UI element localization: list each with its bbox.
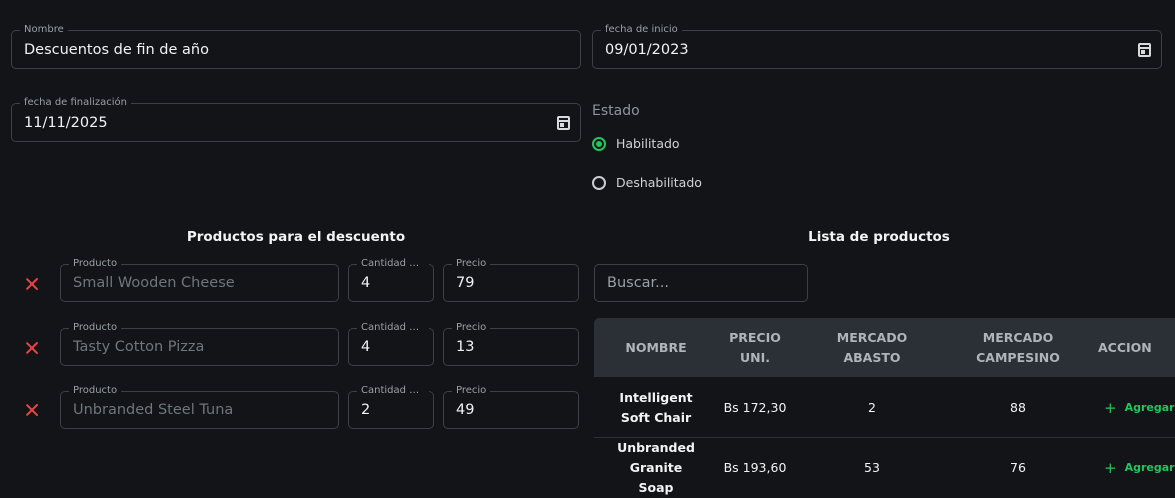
plus-icon: +: [1104, 398, 1117, 417]
search-placeholder: Buscar...: [607, 275, 670, 291]
price-value: 49: [456, 402, 475, 418]
qty-value: 4: [361, 339, 371, 355]
cell-nombre: Intelligent Soft Chair: [619, 389, 693, 425]
add-label: Agregar: [1124, 400, 1175, 414]
cell-precio: Bs 193,60: [723, 459, 787, 475]
search-input[interactable]: Buscar...: [594, 264, 808, 302]
product-value: Unbranded Steel Tuna: [73, 402, 234, 418]
fecha-inicio-value: 09/01/2023: [605, 41, 689, 58]
table-row: Intelligent Soft Chair Bs 172,30 2 88 + …: [594, 378, 1175, 438]
qty-value: 4: [361, 275, 371, 291]
calendar-icon[interactable]: [1138, 42, 1151, 57]
cell-campesino: 76: [1010, 459, 1026, 475]
price-field[interactable]: Precio 79: [443, 258, 579, 302]
radio-habilitado-label: Habilitado: [616, 136, 680, 151]
col-campesino: MERCADO CAMPESINO: [976, 329, 1060, 365]
cell-abasto: 53: [864, 459, 880, 475]
add-button[interactable]: + Agregar: [1104, 378, 1175, 437]
qty-field[interactable]: Cantidad m... 4: [348, 322, 434, 366]
remove-icon[interactable]: [25, 403, 39, 417]
product-value: Small Wooden Cheese: [73, 275, 235, 291]
col-precio: PRECIO UNI.: [729, 329, 781, 365]
nombre-field[interactable]: Nombre Descuentos de fin de año: [11, 24, 581, 69]
discount-products-title: Productos para el descuento: [186, 229, 406, 245]
radio-checked-icon[interactable]: [592, 136, 606, 151]
radio-deshabilitado-label: Deshabilitado: [616, 175, 702, 190]
cell-campesino: 88: [1010, 399, 1026, 415]
col-accion: ACCION: [1098, 339, 1152, 355]
price-field[interactable]: Precio 13: [443, 322, 579, 366]
nombre-value: Descuentos de fin de año: [24, 41, 209, 58]
remove-icon[interactable]: [25, 277, 39, 291]
cell-abasto: 2: [868, 399, 876, 415]
price-value: 79: [456, 275, 475, 291]
price-value: 13: [456, 339, 475, 355]
cell-precio: Bs 172,30: [723, 399, 787, 415]
radio-unchecked-icon[interactable]: [592, 175, 606, 190]
table-header: NOMBRE PRECIO UNI. MERCADO ABASTO MERCAD…: [594, 318, 1175, 377]
product-list-title: Lista de productos: [808, 229, 950, 245]
radio-habilitado[interactable]: Habilitado: [592, 136, 680, 151]
radio-deshabilitado[interactable]: Deshabilitado: [592, 175, 702, 190]
fecha-fin-value: 11/11/2025: [24, 114, 108, 131]
table-row: Unbranded Granite Soap Bs 193,60 53 76 +…: [594, 438, 1175, 497]
add-label: Agregar: [1124, 460, 1175, 474]
add-button[interactable]: + Agregar: [1104, 438, 1175, 497]
cell-nombre: Unbranded Granite Soap: [617, 439, 695, 495]
price-field[interactable]: Precio 49: [443, 385, 579, 429]
fecha-inicio-field[interactable]: fecha de inicio 09/01/2023: [592, 24, 1162, 69]
col-abasto: MERCADO ABASTO: [836, 329, 908, 365]
qty-field[interactable]: Cantidad m... 2: [348, 385, 434, 429]
product-field[interactable]: Producto Tasty Cotton Pizza: [60, 322, 339, 366]
qty-field[interactable]: Cantidad m... 4: [348, 258, 434, 302]
product-value: Tasty Cotton Pizza: [73, 339, 205, 355]
plus-icon: +: [1104, 458, 1117, 477]
estado-label: Estado: [592, 103, 640, 119]
product-field[interactable]: Producto Small Wooden Cheese: [60, 258, 339, 302]
product-field[interactable]: Producto Unbranded Steel Tuna: [60, 385, 339, 429]
remove-icon[interactable]: [25, 341, 39, 355]
col-nombre: NOMBRE: [625, 339, 687, 355]
fecha-fin-field[interactable]: fecha de finalización 11/11/2025: [11, 97, 581, 142]
qty-value: 2: [361, 402, 371, 418]
calendar-icon[interactable]: [557, 115, 570, 130]
